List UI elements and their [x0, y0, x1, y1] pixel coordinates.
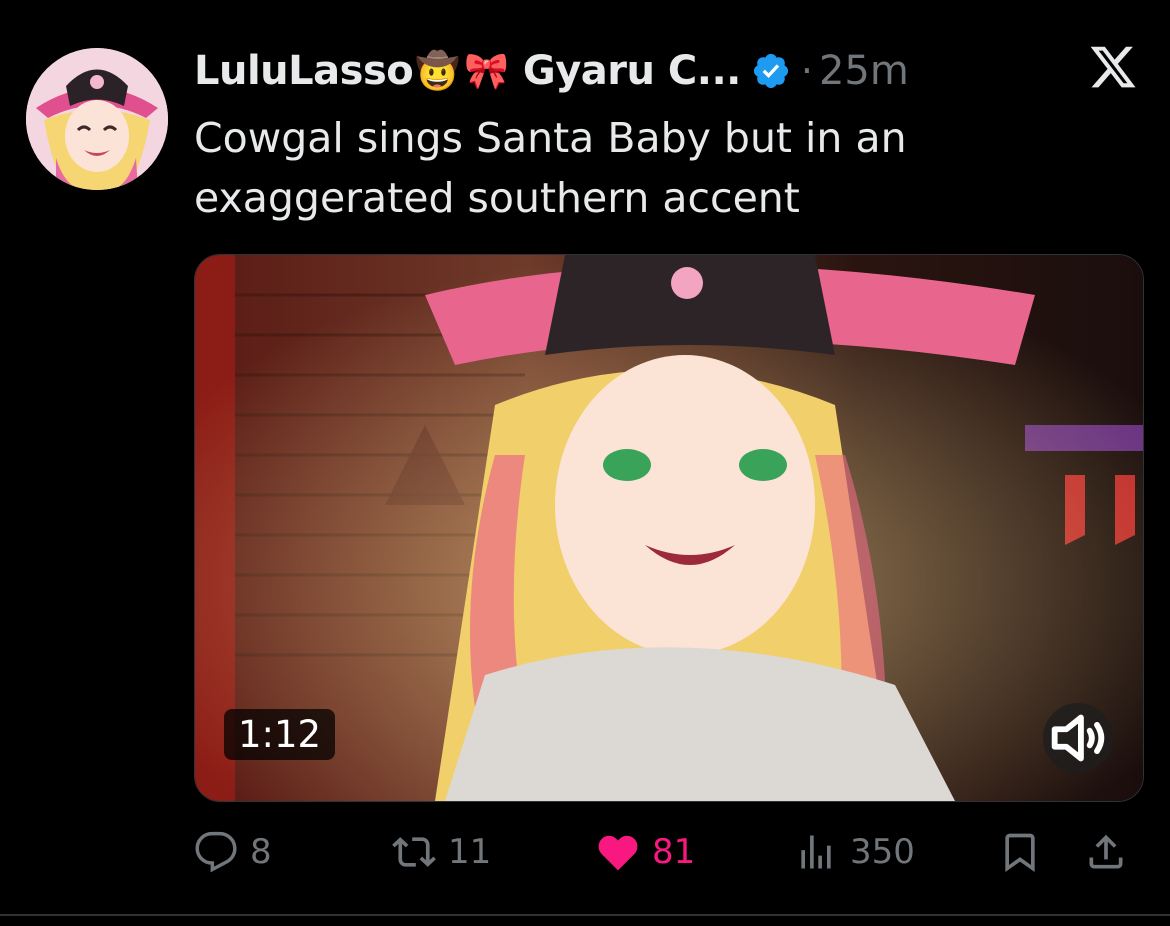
like-icon	[598, 835, 638, 871]
volume-button[interactable]	[1043, 703, 1113, 773]
divider	[0, 914, 1170, 916]
video-player[interactable]: 1:12	[194, 254, 1144, 802]
action-bar: 8 11 81 350	[194, 822, 1142, 882]
reply-button[interactable]: 8	[194, 822, 272, 882]
volume-icon	[1051, 714, 1105, 762]
timestamp[interactable]: 25m	[819, 48, 909, 94]
avatar[interactable]	[26, 48, 168, 190]
repost-icon	[392, 837, 436, 867]
display-name-suffix[interactable]: Gyaru C...	[523, 48, 741, 94]
tweet-text: Cowgal sings Santa Baby but in an exagge…	[194, 108, 954, 228]
avatar-image	[26, 48, 168, 190]
reply-icon	[195, 831, 237, 873]
tweet: LuluLasso 🤠 🎀 Gyaru C... · 25m Cowgal si…	[0, 0, 1170, 926]
views-button[interactable]: 350	[794, 822, 915, 882]
display-name[interactable]: LuluLasso	[194, 48, 414, 94]
tweet-text-line-1: Cowgal sings Santa Baby but in an	[194, 114, 907, 162]
like-button[interactable]: 81	[596, 822, 695, 882]
cowboy-emoji: 🤠	[415, 51, 461, 92]
repost-count: 11	[448, 832, 492, 872]
reply-count: 8	[250, 832, 272, 872]
x-logo-icon[interactable]	[1088, 42, 1138, 92]
share-icon	[1089, 834, 1123, 869]
view-count: 350	[850, 832, 915, 872]
ribbon-emoji: 🎀	[464, 51, 509, 92]
bookmark-icon	[1005, 833, 1035, 873]
tweet-header: LuluLasso 🤠 🎀 Gyaru C... · 25m	[194, 40, 909, 102]
video-thumbnail	[195, 255, 1143, 801]
video-duration: 1:12	[224, 709, 336, 760]
separator-dot: ·	[800, 49, 813, 93]
share-button[interactable]	[1084, 822, 1128, 882]
views-icon	[801, 835, 831, 869]
bookmark-button[interactable]	[998, 822, 1042, 882]
like-count: 81	[652, 832, 696, 872]
repost-button[interactable]: 11	[392, 822, 491, 882]
tweet-text-line-2: exaggerated southern accent	[194, 174, 800, 222]
verified-icon	[753, 53, 788, 89]
